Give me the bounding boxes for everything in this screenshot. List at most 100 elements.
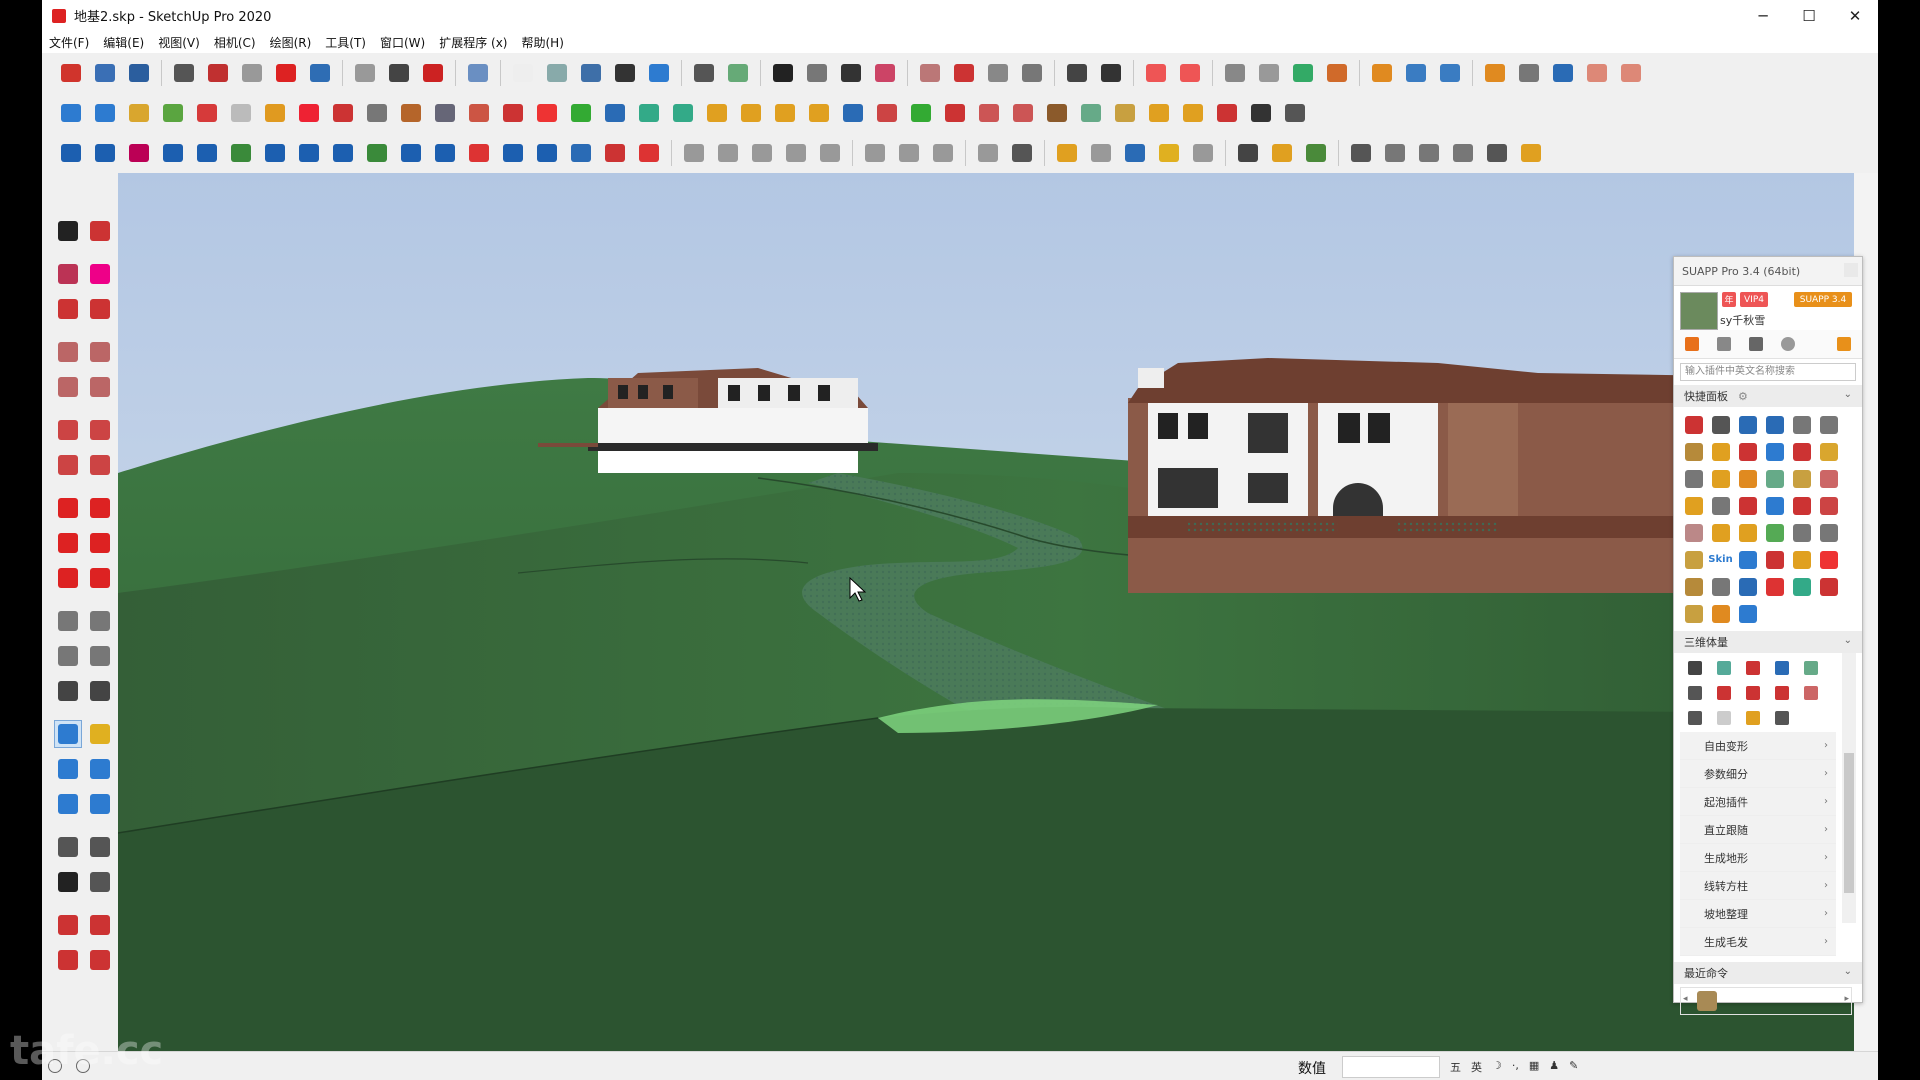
tb2-tool-20-icon[interactable] [736, 98, 766, 128]
layout-tool-icon[interactable] [54, 946, 82, 974]
massing-tool-13-icon[interactable] [1767, 705, 1796, 730]
pan-tool-icon[interactable] [86, 720, 114, 748]
recent-command-icon[interactable] [1697, 991, 1717, 1011]
tb3-tool-39-icon[interactable] [1448, 138, 1478, 168]
tb1-tool-22-icon[interactable] [870, 58, 900, 88]
plugin-shortcut-18-icon[interactable] [1680, 492, 1707, 519]
plugin-shortcut-25-icon[interactable] [1707, 519, 1734, 546]
tb1-tool-28-icon[interactable] [1096, 58, 1126, 88]
tb2-tool-28-icon[interactable] [1008, 98, 1038, 128]
plugin-shortcut-4-icon[interactable] [1788, 411, 1815, 438]
share-model-tool-icon[interactable] [86, 946, 114, 974]
tb3-tool-24-icon[interactable] [894, 138, 924, 168]
tb2-tool-2-icon[interactable] [124, 98, 154, 128]
plugin-shortcut-13-icon[interactable] [1707, 465, 1734, 492]
chevron-down-icon[interactable]: ⌄ [1844, 389, 1852, 400]
push-pull-tool-icon[interactable] [86, 494, 114, 522]
tb1-tool-35-icon[interactable] [1367, 58, 1397, 88]
suapp-menu-item[interactable]: 生成毛发 › [1680, 928, 1836, 956]
tb2-tool-15-icon[interactable] [566, 98, 596, 128]
massing-tool-5-icon[interactable] [1680, 680, 1709, 705]
tb3-tool-17-icon[interactable] [634, 138, 664, 168]
scrollbar-thumb[interactable] [1844, 753, 1854, 893]
tb2-tool-0-icon[interactable] [56, 98, 86, 128]
menu-edit[interactable]: 编辑(E) [96, 34, 151, 51]
user-tab-icon[interactable] [1744, 334, 1768, 354]
menu-file[interactable]: 文件(F) [42, 34, 96, 51]
suapp-brand-badge[interactable]: SUAPP 3.4 [1794, 292, 1852, 307]
suapp-menu-item[interactable]: 起泡插件 › [1680, 788, 1836, 816]
tb3-tool-13-icon[interactable] [498, 138, 528, 168]
tb3-tool-32-icon[interactable] [1188, 138, 1218, 168]
tb2-tool-14-icon[interactable] [532, 98, 562, 128]
plugin-shortcut-34-icon[interactable] [1788, 546, 1815, 573]
tb3-tool-8-icon[interactable] [328, 138, 358, 168]
plugin-shortcut-24-icon[interactable] [1680, 519, 1707, 546]
tb1-tool-13-icon[interactable] [542, 58, 572, 88]
list-tab-icon[interactable] [1712, 334, 1736, 354]
tb2-tool-6-icon[interactable] [260, 98, 290, 128]
plugin-shortcut-41-icon[interactable] [1815, 573, 1842, 600]
measurements-input[interactable] [1342, 1056, 1440, 1078]
ime-button[interactable]: ▦ [1529, 1059, 1539, 1075]
tb1-tool-32-icon[interactable] [1254, 58, 1284, 88]
menu-help[interactable]: 帮助(H) [514, 34, 570, 51]
close-button[interactable]: ✕ [1832, 0, 1878, 31]
plugin-shortcut-37-icon[interactable] [1707, 573, 1734, 600]
tb2-tool-34-icon[interactable] [1212, 98, 1242, 128]
tb3-tool-21-icon[interactable] [781, 138, 811, 168]
plugin-shortcut-31-icon[interactable]: Skin [1707, 546, 1734, 573]
plugin-shortcut-42-icon[interactable] [1680, 600, 1707, 627]
tb3-tool-40-icon[interactable] [1482, 138, 1512, 168]
plugin-shortcut-7-icon[interactable] [1707, 438, 1734, 465]
tb3-tool-9-icon[interactable] [362, 138, 392, 168]
tb2-tool-35-icon[interactable] [1246, 98, 1276, 128]
zoom-window-tool-icon[interactable] [86, 755, 114, 783]
menu-view[interactable]: 视图(V) [151, 34, 207, 51]
massing-tool-10-icon[interactable] [1680, 705, 1709, 730]
tb1-tool-24-icon[interactable] [949, 58, 979, 88]
ime-button[interactable]: 五 [1450, 1059, 1461, 1075]
tb1-tool-39-icon[interactable] [1514, 58, 1544, 88]
ime-button[interactable]: ♟ [1549, 1059, 1559, 1075]
tb3-tool-33-icon[interactable] [1233, 138, 1263, 168]
tb3-tool-16-icon[interactable] [600, 138, 630, 168]
massing-tool-11-icon[interactable] [1709, 705, 1738, 730]
tb2-tool-23-icon[interactable] [838, 98, 868, 128]
tb1-tool-19-icon[interactable] [768, 58, 798, 88]
tb2-tool-18-icon[interactable] [668, 98, 698, 128]
tb3-tool-35-icon[interactable] [1301, 138, 1331, 168]
ime-button[interactable]: ·, [1512, 1059, 1519, 1075]
plugin-shortcut-15-icon[interactable] [1761, 465, 1788, 492]
tb3-tool-14-icon[interactable] [532, 138, 562, 168]
massing-tool-4-icon[interactable] [1796, 655, 1825, 680]
two-point-arc-tool-icon[interactable] [86, 416, 114, 444]
tape-measure-tool-icon[interactable] [54, 607, 82, 635]
tb1-tool-41-icon[interactable] [1582, 58, 1612, 88]
massing-tool-6-icon[interactable] [1709, 680, 1738, 705]
tb3-tool-25-icon[interactable] [928, 138, 958, 168]
tb3-tool-22-icon[interactable] [815, 138, 845, 168]
tb3-tool-29-icon[interactable] [1086, 138, 1116, 168]
tb3-tool-18-icon[interactable] [679, 138, 709, 168]
massing-tool-12-icon[interactable] [1738, 705, 1767, 730]
plugin-shortcut-38-icon[interactable] [1734, 573, 1761, 600]
tb1-tool-1-icon[interactable] [90, 58, 120, 88]
ime-button[interactable]: 英 [1471, 1059, 1482, 1075]
suapp-menu-item[interactable]: 自由变形 › [1680, 732, 1836, 760]
axes-tool-icon[interactable] [54, 677, 82, 705]
tb3-tool-41-icon[interactable] [1516, 138, 1546, 168]
recent-commands-header[interactable]: 最近命令 ⌄ [1674, 962, 1862, 984]
tb1-tool-30-icon[interactable] [1175, 58, 1205, 88]
scale-tool-icon[interactable] [54, 564, 82, 592]
tb1-tool-42-icon[interactable] [1616, 58, 1646, 88]
3d-text-tool-icon[interactable] [86, 677, 114, 705]
zoom-tool-icon[interactable] [54, 755, 82, 783]
zoom-extents-tool-icon[interactable] [54, 790, 82, 818]
plugin-shortcut-6-icon[interactable] [1680, 438, 1707, 465]
plugin-shortcut-21-icon[interactable] [1761, 492, 1788, 519]
tb1-tool-2-icon[interactable] [124, 58, 154, 88]
tb3-tool-11-icon[interactable] [430, 138, 460, 168]
tb3-tool-31-icon[interactable] [1154, 138, 1184, 168]
previous-view-tool-icon[interactable] [86, 790, 114, 818]
